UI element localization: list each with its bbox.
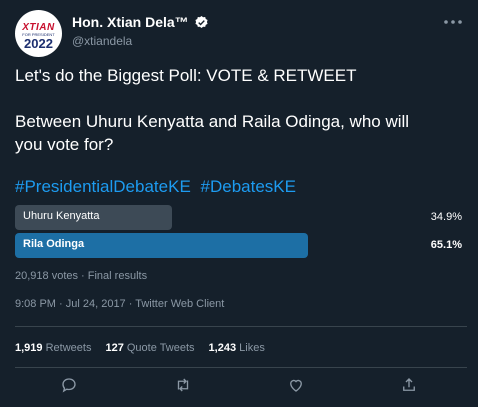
share-icon (403, 378, 415, 391)
likes-count: 1,243 (208, 342, 237, 354)
tweet-text-line-1: Let's do the Biggest Poll: VOTE & RETWEE… (15, 66, 357, 85)
retweet-icon (177, 378, 189, 392)
hashtags: #PresidentialDebateKE #DebatesKE (15, 177, 301, 197)
likes-label: Likes (239, 342, 265, 354)
author-avatar[interactable]: XTIAN FOR PRESIDENT 2022 (15, 10, 62, 57)
action-bar (0, 376, 478, 401)
quote-tweets-count: 127 (105, 342, 124, 354)
tweet-timestamp[interactable]: 9:08 PM · Jul 24, 2017 · Twitter Web Cli… (15, 298, 224, 310)
reply-button[interactable] (60, 376, 80, 396)
retweets-count: 1,919 (15, 342, 43, 354)
likes-stat[interactable]: 1,243 Likes (209, 342, 265, 354)
reply-icon (62, 378, 76, 393)
tweet-text-line-3: you vote for? (15, 135, 114, 154)
avatar-year: 2022 (24, 36, 53, 51)
poll-option-winner: Rila Odinga 65.1% (15, 233, 462, 258)
retweets-stat[interactable]: 1,919 Retweets (15, 342, 91, 354)
divider (15, 326, 467, 327)
more-icon[interactable] (442, 14, 464, 30)
verified-badge-icon (195, 15, 208, 28)
poll-option-percent: 65.1% (430, 239, 462, 251)
divider (15, 367, 467, 368)
like-icon (290, 379, 302, 392)
share-button[interactable] (400, 376, 420, 396)
author-handle[interactable]: @xtiandela (72, 34, 132, 48)
poll-option-percent: 34.9% (430, 211, 462, 223)
tweet-text-line-2: Between Uhuru Kenyatta and Raila Odinga,… (15, 112, 410, 131)
retweet-button[interactable] (174, 376, 194, 396)
retweets-label: Retweets (45, 342, 92, 354)
quote-tweets-stat[interactable]: 127 Quote Tweets (105, 342, 194, 354)
poll-option-label: Uhuru Kenyatta (23, 210, 100, 222)
quote-tweets-label: Quote Tweets (126, 342, 195, 354)
author-display-name[interactable]: Hon. Xtian Dela™ (72, 14, 189, 30)
author-name-row: Hon. Xtian Dela™ (72, 14, 209, 30)
poll-option-label: Rila Odinga (23, 238, 85, 250)
poll-option: Uhuru Kenyatta 34.9% (15, 205, 462, 230)
hashtag-link[interactable]: #PresidentialDebateKE (15, 177, 191, 196)
poll-meta: 20,918 votes · Final results (15, 270, 148, 282)
like-button[interactable] (287, 376, 307, 396)
engagement-stats: 1,919 Retweets 127 Quote Tweets 1,243 Li… (15, 342, 265, 354)
hashtag-link[interactable]: #DebatesKE (201, 177, 296, 196)
